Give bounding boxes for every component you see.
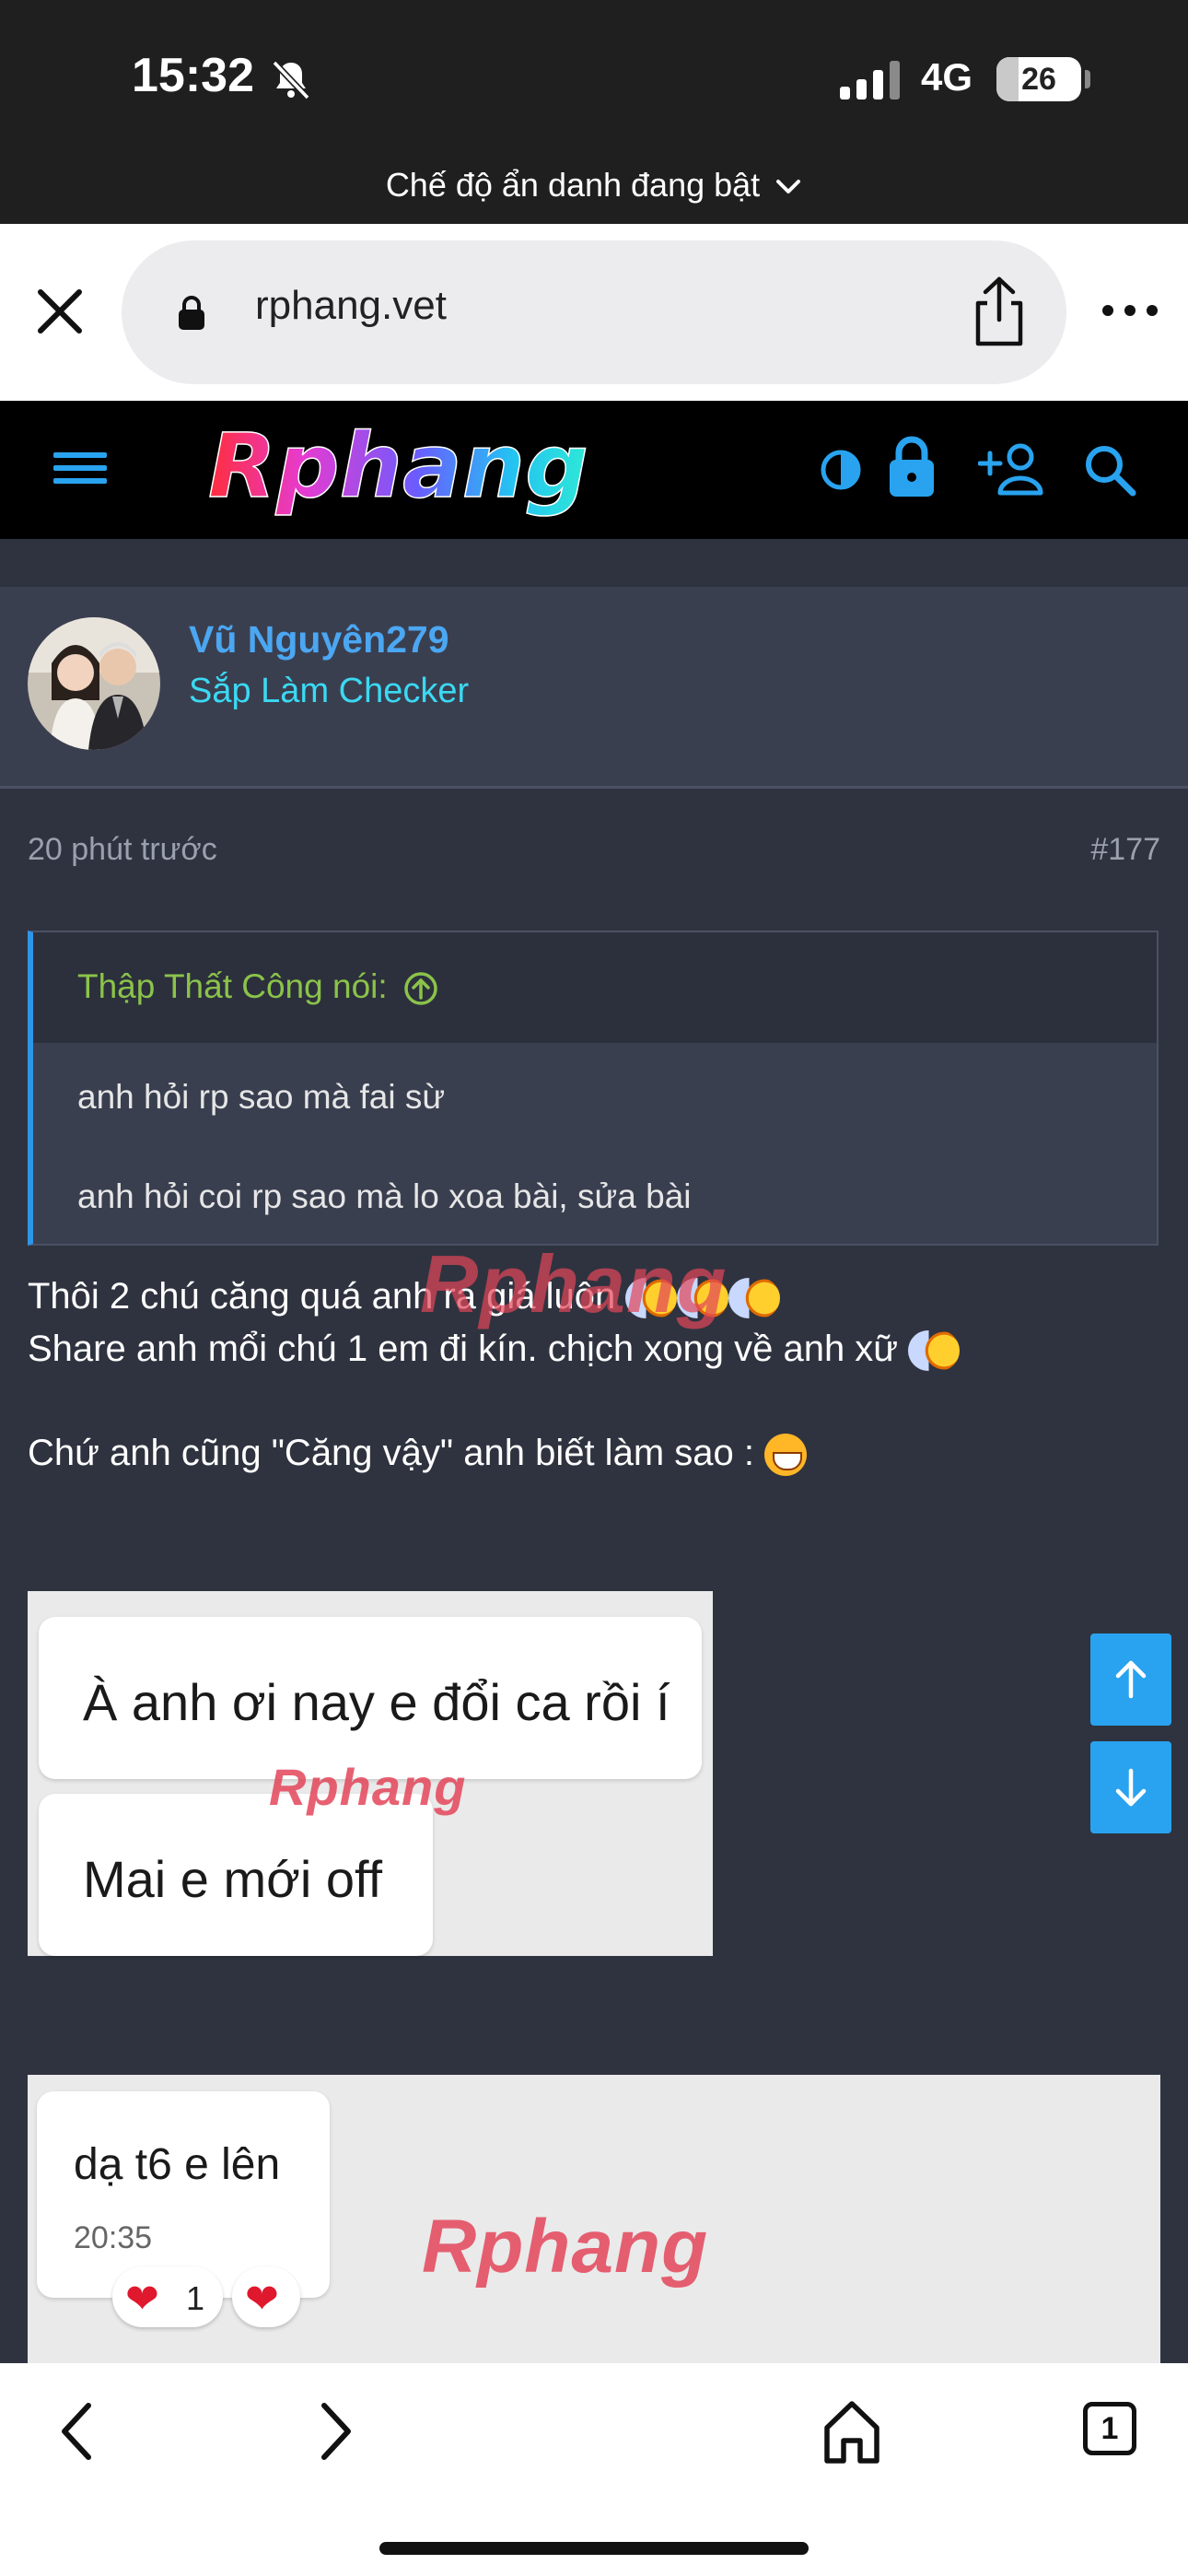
watermark-logo: Rphang xyxy=(269,1758,467,1816)
tab-count: 1 xyxy=(1101,2411,1119,2446)
emoji-icon xyxy=(728,1278,781,1319)
scroll-to-bottom-button[interactable] xyxy=(1090,1741,1171,1833)
hamburger-menu-icon[interactable] xyxy=(53,447,107,489)
grinning-emoji-icon xyxy=(764,1434,808,1477)
status-time: 15:32 xyxy=(132,49,254,102)
post-meta: 20 phút trước #177 xyxy=(28,832,1160,868)
home-indicator xyxy=(379,2542,809,2555)
quote-author-label: Thập Thất Công nói: xyxy=(77,967,388,1005)
post-body-text: Share anh mổi chú 1 em đi kín. chịch xon… xyxy=(28,1329,899,1369)
post-body-line: Share anh mổi chú 1 em đi kín. chịch xon… xyxy=(28,1329,961,1372)
incognito-label: Chế độ ẩn danh đang bật xyxy=(385,166,761,204)
back-button[interactable] xyxy=(50,2395,105,2468)
arrow-down-icon xyxy=(1115,1768,1147,1807)
register-user-icon[interactable] xyxy=(978,441,1044,497)
arrow-up-icon xyxy=(1115,1660,1147,1699)
status-bar: 15:32 4G 26 Chế độ ẩn danh đang bật xyxy=(0,0,1188,224)
arrow-up-circle-icon[interactable] xyxy=(402,970,439,1007)
watermark-logo: Rphang xyxy=(422,2205,709,2289)
post-body-line: Chứ anh cũng "Căng vậy" anh biết làm sao… xyxy=(28,1433,808,1477)
cellular-signal-icon xyxy=(840,61,900,100)
emoji-icon xyxy=(908,1330,961,1372)
scroll-to-top-button[interactable] xyxy=(1090,1633,1171,1726)
address-bar[interactable]: rphang.vet xyxy=(122,240,1066,384)
bell-muted-icon xyxy=(272,60,310,100)
reaction-badge: ❤ xyxy=(232,2266,300,2327)
quote-block: Thập Thất Công nói: anh hỏi rp sao mà fa… xyxy=(28,931,1159,1246)
avatar-image xyxy=(28,617,160,750)
post-user-card: Vũ Nguyên279 Sắp Làm Checker xyxy=(0,587,1188,789)
share-button[interactable] xyxy=(960,272,1039,351)
quote-line: anh hỏi coi rp sao mà lo xoa bài, sửa bà… xyxy=(77,1177,692,1215)
battery-percent: 26 xyxy=(1021,62,1056,97)
browser-toolbar: rphang.vet xyxy=(0,224,1188,401)
quote-author[interactable]: Thập Thất Công nói: xyxy=(77,967,439,1007)
chat-bubble-text: Mai e mới off xyxy=(83,1850,383,1908)
heart-icon: ❤ xyxy=(245,2277,279,2322)
chevron-down-icon xyxy=(776,180,801,194)
heart-icon: ❤ xyxy=(125,2277,159,2322)
watermark-logo: Rphang xyxy=(420,1238,728,1329)
reaction-count: 1 xyxy=(186,2279,205,2317)
avatar[interactable] xyxy=(28,617,160,750)
theme-toggle-icon[interactable] xyxy=(820,449,862,491)
site-header: Rphang xyxy=(0,401,1188,539)
attached-image[interactable]: dạ t6 e lên 20:35 ❤ 1 ❤ Rphang xyxy=(28,2075,1160,2383)
logo-text: Rphang xyxy=(208,417,588,517)
tabs-button[interactable]: 1 xyxy=(1083,2402,1136,2455)
site-logo[interactable]: Rphang xyxy=(203,417,728,517)
home-button[interactable] xyxy=(820,2396,884,2466)
login-lock-icon[interactable] xyxy=(886,434,938,498)
more-options-button[interactable] xyxy=(1098,292,1162,329)
post-timestamp[interactable]: 20 phút trước xyxy=(28,832,217,867)
lock-icon xyxy=(179,296,204,330)
thread-content: Vũ Nguyên279 Sắp Làm Checker 20 phút trư… xyxy=(0,539,1188,2383)
quote-line: anh hỏi rp sao mà fai sừ xyxy=(77,1078,446,1116)
chat-bubble: À anh ơi nay e đổi ca rồi í xyxy=(39,1617,702,1779)
chat-bubble-text: dạ t6 e lên xyxy=(74,2140,281,2189)
quote-header: Thập Thất Công nói: xyxy=(33,932,1157,1043)
post-author-username[interactable]: Vũ Nguyên279 xyxy=(189,618,449,662)
post-body-text: Chứ anh cũng "Căng vậy" anh biết làm sao… xyxy=(28,1433,754,1473)
battery-icon: 26 xyxy=(996,57,1081,101)
post-number[interactable]: #177 xyxy=(1090,832,1160,868)
reaction-badge: ❤ 1 xyxy=(112,2266,223,2327)
chat-bubble-time: 20:35 xyxy=(74,2220,153,2255)
attached-image[interactable]: À anh ơi nay e đổi ca rồi í Mai e mới of… xyxy=(28,1591,713,1956)
chat-bubble-text: À anh ơi nay e đổi ca rồi í xyxy=(83,1673,670,1731)
incognito-indicator[interactable]: Chế độ ẩn danh đang bật xyxy=(0,166,1188,205)
chat-bubble: Mai e mới off xyxy=(39,1794,433,1956)
browser-bottom-toolbar: 1 xyxy=(0,2363,1188,2576)
forward-button[interactable] xyxy=(308,2395,363,2468)
url-text: rphang.vet xyxy=(255,283,447,328)
network-type: 4G xyxy=(921,55,973,99)
battery-tip xyxy=(1085,70,1090,88)
search-icon[interactable] xyxy=(1083,443,1136,497)
close-tab-button[interactable] xyxy=(28,279,92,344)
post-author-title: Sắp Làm Checker xyxy=(189,672,470,710)
